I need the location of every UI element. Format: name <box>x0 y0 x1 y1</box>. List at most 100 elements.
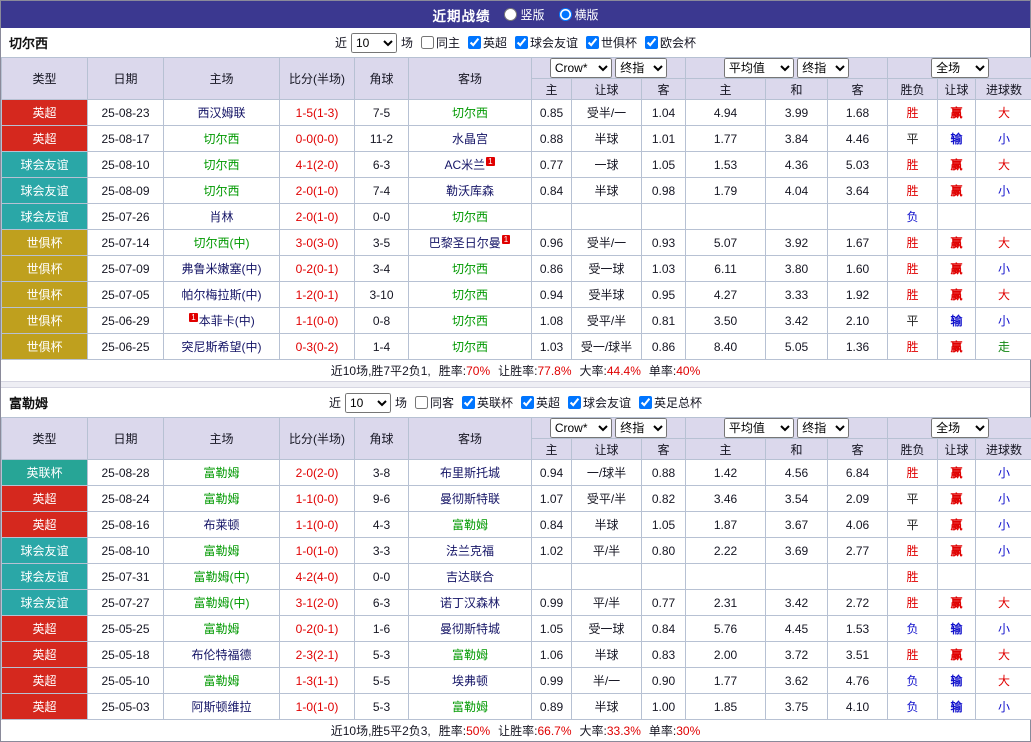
home-team[interactable]: 切尔西 <box>164 152 280 178</box>
home-team[interactable]: 富勒姆 <box>164 538 280 564</box>
home-team[interactable]: 1本菲卡(中) <box>164 308 280 334</box>
home-team[interactable]: 突尼斯希望(中) <box>164 334 280 360</box>
same-away-checkbox-input[interactable] <box>415 396 428 409</box>
team-link[interactable]: 巴黎圣日尔曼 <box>429 236 501 250</box>
same-home-checkbox[interactable]: 同主 <box>417 34 460 51</box>
league-checkbox-input[interactable] <box>468 36 481 49</box>
home-team[interactable]: 阿斯顿维拉 <box>164 694 280 720</box>
match-score[interactable]: 1-0(1-0) <box>280 694 355 720</box>
league-checkbox[interactable]: 英足总杯 <box>635 394 702 411</box>
away-team[interactable]: 吉达联合 <box>409 564 532 590</box>
away-team[interactable]: 巴黎圣日尔曼1 <box>409 230 532 256</box>
match-score[interactable]: 0-0(0-0) <box>280 126 355 152</box>
match-score[interactable]: 0-3(0-2) <box>280 334 355 360</box>
team-link[interactable]: 法兰克福 <box>446 544 494 558</box>
avg-select[interactable]: 平均值 <box>724 58 794 78</box>
team-link[interactable]: 切尔西 <box>203 158 239 172</box>
odds-source-select[interactable]: Crow* <box>550 58 612 78</box>
avg-final-select[interactable]: 终指 <box>797 58 849 78</box>
home-team[interactable]: 富勒姆 <box>164 460 280 486</box>
away-team[interactable]: 切尔西 <box>409 308 532 334</box>
team-link[interactable]: 富勒姆 <box>203 492 239 506</box>
match-score[interactable]: 1-0(1-0) <box>280 538 355 564</box>
match-score[interactable]: 3-1(2-0) <box>280 590 355 616</box>
away-team[interactable]: 富勒姆 <box>409 512 532 538</box>
away-team[interactable]: 法兰克福 <box>409 538 532 564</box>
avg-final-select[interactable]: 终指 <box>797 418 849 438</box>
league-checkbox[interactable]: 球会友谊 <box>511 34 578 51</box>
team-link[interactable]: 切尔西(中) <box>194 236 250 250</box>
team-link[interactable]: 水晶宫 <box>452 132 488 146</box>
team-link[interactable]: 曼彻斯特联 <box>440 492 500 506</box>
league-checkbox-input[interactable] <box>521 396 534 409</box>
home-team[interactable]: 切尔西(中) <box>164 230 280 256</box>
odds-source-select[interactable]: Crow* <box>550 418 612 438</box>
match-score[interactable]: 1-5(1-3) <box>280 100 355 126</box>
league-checkbox[interactable]: 世俱杯 <box>582 34 637 51</box>
match-score[interactable]: 0-2(0-1) <box>280 256 355 282</box>
team-link[interactable]: 本菲卡(中) <box>199 314 255 328</box>
league-checkbox[interactable]: 英联杯 <box>458 394 513 411</box>
match-score[interactable]: 2-0(2-0) <box>280 460 355 486</box>
match-score[interactable]: 0-2(0-1) <box>280 616 355 642</box>
league-checkbox-input[interactable] <box>586 36 599 49</box>
match-score[interactable]: 1-3(1-1) <box>280 668 355 694</box>
team-link[interactable]: 曼彻斯特城 <box>440 622 500 636</box>
team-link[interactable]: 切尔西 <box>452 106 488 120</box>
team-link[interactable]: 切尔西 <box>452 340 488 354</box>
team-link[interactable]: 富勒姆(中) <box>194 570 250 584</box>
home-team[interactable]: 富勒姆 <box>164 486 280 512</box>
away-team[interactable]: 曼彻斯特联 <box>409 486 532 512</box>
odds-final-select[interactable]: 终指 <box>615 58 667 78</box>
match-score[interactable]: 1-1(0-0) <box>280 308 355 334</box>
team-link[interactable]: 诺丁汉森林 <box>440 596 500 610</box>
same-away-checkbox[interactable]: 同客 <box>411 394 454 411</box>
team-link[interactable]: 切尔西 <box>452 262 488 276</box>
match-score[interactable]: 4-2(4-0) <box>280 564 355 590</box>
team-link[interactable]: 富勒姆 <box>452 518 488 532</box>
odds-final-select[interactable]: 终指 <box>615 418 667 438</box>
home-team[interactable]: 富勒姆 <box>164 668 280 694</box>
league-checkbox[interactable]: 欧会杯 <box>641 34 696 51</box>
away-team[interactable]: 切尔西 <box>409 100 532 126</box>
team-link[interactable]: 切尔西 <box>452 314 488 328</box>
away-team[interactable]: 诺丁汉森林 <box>409 590 532 616</box>
away-team[interactable]: 切尔西 <box>409 204 532 230</box>
league-checkbox[interactable]: 英超 <box>517 394 560 411</box>
away-team[interactable]: 曼彻斯特城 <box>409 616 532 642</box>
team-link[interactable]: 布里斯托城 <box>440 466 500 480</box>
league-checkbox-input[interactable] <box>462 396 475 409</box>
team-link[interactable]: 切尔西 <box>203 132 239 146</box>
match-score[interactable]: 1-1(0-0) <box>280 486 355 512</box>
home-team[interactable]: 弗鲁米嫩塞(中) <box>164 256 280 282</box>
team-link[interactable]: 帕尔梅拉斯(中) <box>182 288 262 302</box>
away-team[interactable]: 埃弗顿 <box>409 668 532 694</box>
home-team[interactable]: 富勒姆(中) <box>164 564 280 590</box>
layout-radio-vertical-input[interactable] <box>504 8 517 21</box>
team-link[interactable]: 富勒姆 <box>203 466 239 480</box>
match-score[interactable]: 2-0(1-0) <box>280 204 355 230</box>
team-link[interactable]: 富勒姆 <box>203 544 239 558</box>
away-team[interactable]: 切尔西 <box>409 256 532 282</box>
home-team[interactable]: 切尔西 <box>164 178 280 204</box>
scope-select[interactable]: 全场 <box>931 418 989 438</box>
team-link[interactable]: 切尔西 <box>452 210 488 224</box>
away-team[interactable]: 水晶宫 <box>409 126 532 152</box>
team-link[interactable]: 吉达联合 <box>446 570 494 584</box>
away-team[interactable]: AC米兰1 <box>409 152 532 178</box>
match-score[interactable]: 1-2(0-1) <box>280 282 355 308</box>
league-checkbox-input[interactable] <box>639 396 652 409</box>
home-team[interactable]: 布伦特福德 <box>164 642 280 668</box>
team-link[interactable]: 勒沃库森 <box>446 184 494 198</box>
match-score[interactable]: 2-3(2-1) <box>280 642 355 668</box>
team-link[interactable]: 突尼斯希望(中) <box>182 340 262 354</box>
home-team[interactable]: 布莱顿 <box>164 512 280 538</box>
team-link[interactable]: 富勒姆 <box>452 700 488 714</box>
away-team[interactable]: 富勒姆 <box>409 642 532 668</box>
match-score[interactable]: 2-0(1-0) <box>280 178 355 204</box>
away-team[interactable]: 切尔西 <box>409 282 532 308</box>
recent-count-select[interactable]: 10 <box>351 33 397 53</box>
home-team[interactable]: 肖林 <box>164 204 280 230</box>
league-checkbox[interactable]: 球会友谊 <box>564 394 631 411</box>
recent-count-select[interactable]: 10 <box>345 393 391 413</box>
